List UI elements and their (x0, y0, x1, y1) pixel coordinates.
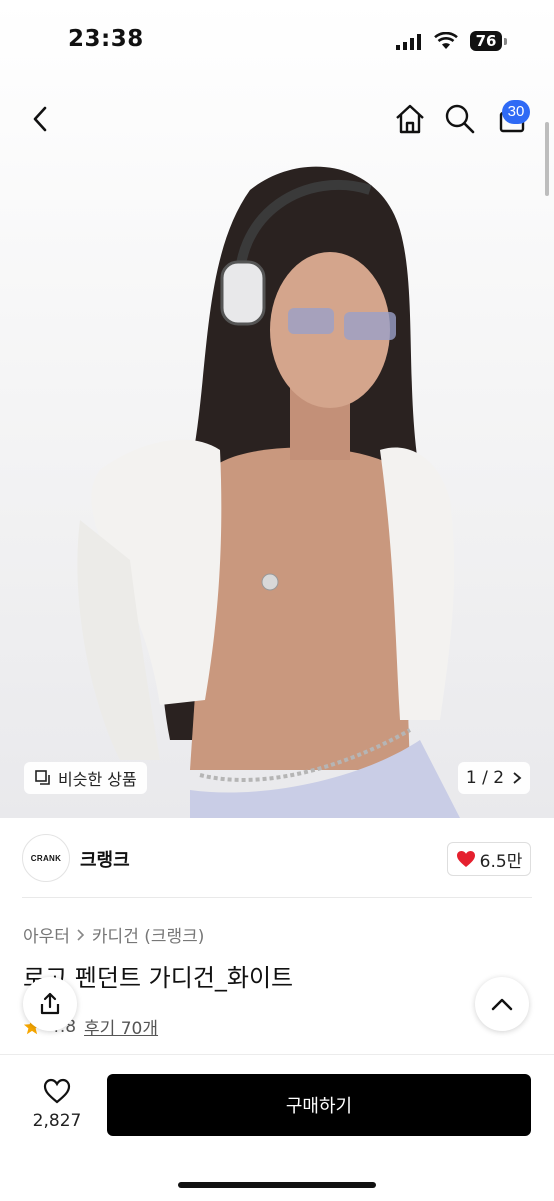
breadcrumb-item[interactable]: 카디건 (크랭크) (92, 922, 205, 947)
wifi-icon (434, 32, 458, 49)
home-icon (396, 104, 424, 134)
battery-cap (504, 38, 507, 45)
buy-button[interactable]: 구매하기 (107, 1074, 531, 1136)
chevron-up-icon (491, 998, 513, 1011)
brand-like-count: 6.5만 (479, 851, 523, 872)
heart-outline-icon (43, 1078, 71, 1104)
share-button[interactable] (23, 977, 77, 1031)
brand-like-button[interactable]: 6.5만 (447, 842, 531, 876)
similar-products-button[interactable]: 비슷한 상품 (24, 762, 147, 794)
reviews-link[interactable]: 후기 70개 (84, 1014, 158, 1039)
brand-row: CRANK 크랭크 6.5만 (0, 832, 554, 884)
heart-filled-icon (456, 851, 475, 867)
cellular-signal-icon (396, 34, 421, 50)
back-button[interactable] (20, 96, 60, 142)
image-pager[interactable]: 1 / 2 (458, 762, 530, 794)
brand-logo-text: CRANK (30, 853, 62, 863)
copy-icon (35, 770, 50, 785)
brand-logo[interactable]: CRANK (22, 834, 70, 882)
chevron-right-icon (513, 772, 522, 784)
divider (22, 897, 532, 898)
bottom-action-bar: 2,827 구매하기 (0, 1054, 554, 1201)
similar-products-label: 비슷한 상품 (58, 770, 137, 789)
top-nav (0, 96, 554, 146)
home-button[interactable] (390, 96, 430, 142)
page-indicator: 1 / 2 (465, 768, 505, 788)
cart-count-badge: 30 (502, 100, 530, 124)
status-bar: 23:38 76 (0, 0, 554, 84)
battery-icon: 76 (470, 31, 502, 51)
brand-name[interactable]: 크랭크 (80, 846, 130, 872)
search-icon (445, 104, 475, 134)
breadcrumb: 아우터 카디건 (크랭크) (23, 922, 204, 947)
wishlist-count: 2,827 (32, 1111, 82, 1131)
chevron-right-icon (77, 928, 85, 941)
breadcrumb-item[interactable]: 아우터 (23, 922, 70, 947)
scroll-to-top-button[interactable] (475, 977, 529, 1031)
chevron-left-icon (33, 106, 47, 132)
clock: 23:38 (68, 26, 144, 52)
share-icon (40, 992, 60, 1015)
wishlist-button[interactable]: 2,827 (28, 1077, 86, 1131)
search-button[interactable] (440, 96, 480, 142)
home-indicator (178, 1182, 376, 1188)
